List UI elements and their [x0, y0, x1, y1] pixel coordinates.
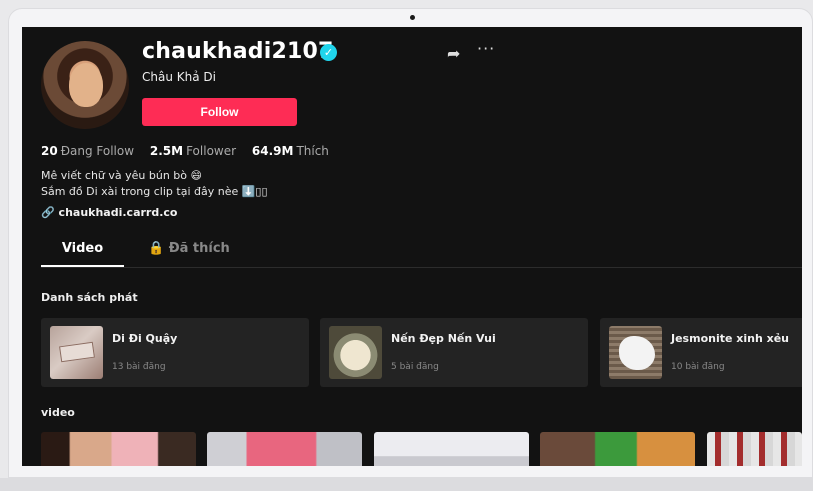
- profile-stats: 20 Đang Follow 2.5M Follower 64.9M Thích: [41, 144, 341, 158]
- playlist-thumbnail: [50, 326, 103, 379]
- video-thumbnail[interactable]: [207, 432, 362, 466]
- likes-label: Thích: [296, 144, 329, 158]
- tab-liked[interactable]: 🔒 Đã thích: [148, 241, 230, 256]
- tab-video[interactable]: Video: [41, 241, 124, 267]
- playlist-title: Di Đi Quậy: [112, 332, 178, 345]
- playlist-thumbnail: [329, 326, 382, 379]
- tiktok-profile-screen: chaukhadi2107 ✓ ➦ ··· Châu Khả Di Follow…: [22, 27, 802, 466]
- playlist-count: 10 bài đăng: [671, 362, 725, 372]
- playlist-title: Nến Đẹp Nến Vui: [391, 332, 496, 345]
- follower-count[interactable]: 2.5M: [150, 144, 183, 158]
- avatar-face: [69, 63, 103, 107]
- playlist-title: Jesmonite xinh xẻu: [671, 332, 790, 345]
- playlist-count: 13 bài đăng: [112, 362, 166, 372]
- camera-dot: [410, 15, 415, 20]
- follower-label: Follower: [186, 144, 237, 158]
- following-label: Đang Follow: [60, 144, 135, 158]
- tab-liked-label: Đã thích: [168, 241, 230, 256]
- video-thumbnail[interactable]: [41, 432, 196, 466]
- verified-badge-icon: ✓: [320, 44, 337, 61]
- more-icon[interactable]: ···: [477, 39, 495, 58]
- profile-bio: Mê viết chữ và yêu bún bò 😄 Sắm đồ Di xà…: [41, 168, 268, 200]
- playlist-card[interactable]: Jesmonite xinh xẻu 10 bài đăng: [600, 318, 802, 387]
- video-section-heading: video: [41, 406, 75, 419]
- playlist-card[interactable]: Nến Đẹp Nến Vui 5 bài đăng: [320, 318, 588, 387]
- profile-display-name: Châu Khả Di: [142, 70, 216, 84]
- tab-divider: [41, 267, 802, 268]
- profile-link[interactable]: 🔗 chaukhadi.carrd.co: [41, 206, 177, 219]
- share-icon[interactable]: ➦: [447, 44, 460, 63]
- bio-line: Mê viết chữ và yêu bún bò 😄: [41, 169, 202, 182]
- playlist-card[interactable]: Di Đi Quậy 13 bài đăng: [41, 318, 309, 387]
- profile-link-text[interactable]: chaukhadi.carrd.co: [59, 206, 178, 219]
- lock-icon: 🔒: [148, 241, 165, 256]
- video-thumbnail[interactable]: [707, 432, 802, 466]
- link-icon: 🔗: [41, 206, 55, 219]
- playlist-heading: Danh sách phát: [41, 291, 138, 304]
- following-count[interactable]: 20: [41, 144, 58, 158]
- likes-count: 64.9M: [251, 144, 294, 158]
- profile-username: chaukhadi2107: [142, 39, 334, 64]
- video-thumbnail[interactable]: [540, 432, 695, 466]
- playlist-thumbnail: [609, 326, 662, 379]
- video-thumbnail[interactable]: [374, 432, 529, 466]
- laptop-base: [0, 478, 813, 491]
- avatar: [41, 41, 129, 129]
- playlist-count: 5 bài đăng: [391, 362, 439, 372]
- bio-line: Sắm đồ Di xài trong clip tại đây nèe ⬇️▯…: [41, 185, 268, 198]
- follow-button[interactable]: Follow: [142, 98, 297, 126]
